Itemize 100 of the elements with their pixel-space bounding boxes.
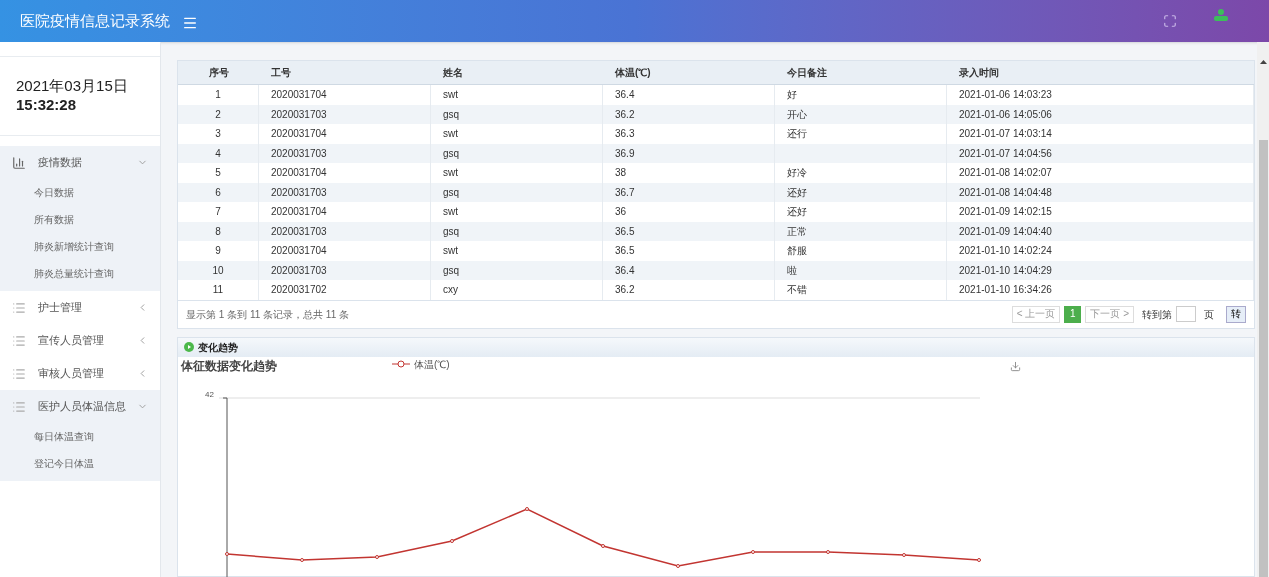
table-cell-text: 6 — [215, 185, 221, 200]
table-cell-text: 2020031703 — [271, 185, 327, 200]
table-cell-text: 3 — [215, 127, 221, 142]
table-cell-text: 开心 — [787, 107, 807, 122]
sidebar-item[interactable]: 宣传人员管理 — [0, 324, 160, 357]
table-cell-text: 36.7 — [615, 185, 635, 200]
table-cell-text: 36.4 — [615, 88, 635, 103]
table-cell-text: 2021-01-08 14:04:48 — [959, 185, 1052, 200]
table-cell-text: swt — [443, 244, 458, 259]
table-cell-text: 5 — [215, 166, 221, 181]
table-cell-text: 36.3 — [615, 127, 635, 142]
clock-date: 2021年03月15日 — [16, 77, 129, 96]
sidebar-subitem[interactable]: 肺炎总量统计查询 — [0, 260, 160, 287]
clock-time: 15:32:28 — [16, 96, 78, 115]
table-cell-text: 2020031703 — [271, 107, 327, 122]
play-circle-icon — [184, 342, 194, 352]
table-cell-text: swt — [443, 127, 458, 142]
goto-label: 转到第 — [1142, 307, 1172, 322]
table-cell-text: swt — [443, 166, 458, 181]
panel-title: 变化趋势 — [198, 340, 238, 355]
table-cell-text: 啦 — [787, 263, 797, 278]
column-header[interactable]: 体温(℃) — [603, 65, 775, 80]
table-cell-text: 2020031703 — [271, 146, 327, 161]
column-header[interactable]: 序号 — [178, 65, 259, 80]
sidebar-subitem[interactable]: 每日体温查询 — [0, 423, 160, 450]
table-cell-text: 舒服 — [787, 244, 807, 259]
table-cell-text: 36.2 — [615, 283, 635, 298]
table-cell-text: gsq — [443, 263, 460, 278]
column-header[interactable]: 今日备注 — [775, 65, 947, 80]
scroll-up-icon[interactable] — [1259, 60, 1267, 64]
go-button[interactable]: 转 — [1226, 305, 1246, 323]
table-cell-text: swt — [443, 205, 458, 220]
table-cell-text: 好 — [787, 88, 797, 103]
sidebar-subitem[interactable]: 今日数据 — [0, 179, 160, 206]
table-cell-text: 1 — [215, 88, 221, 103]
sidebar-subitem[interactable]: 所有数据 — [0, 206, 160, 233]
table-cell-text: 2021-01-09 14:02:15 — [959, 205, 1052, 220]
table-cell-text: gsq — [443, 185, 460, 200]
sidebar-item[interactable]: 护士管理 — [0, 291, 160, 324]
download-icon[interactable] — [1009, 360, 1021, 372]
table-cell-text: 2020031702 — [271, 283, 327, 298]
list-icon — [12, 399, 26, 414]
bar-chart-icon — [12, 155, 26, 170]
table-cell-text: gsq — [443, 224, 460, 239]
list-icon — [12, 333, 26, 348]
table-cell-text: 2020031704 — [271, 88, 327, 103]
page-unit: 页 — [1204, 307, 1214, 322]
sidebar-subitem[interactable]: 肺炎新增统计查询 — [0, 233, 160, 260]
table-cell-text: 36.9 — [615, 146, 635, 161]
table-cell-text: 11 — [212, 283, 224, 298]
table-cell-text: 2020031703 — [271, 263, 327, 278]
scrollbar-thumb[interactable] — [1258, 140, 1268, 577]
table-cell-text: 2021-01-08 14:02:07 — [959, 166, 1052, 181]
table-cell-text: 36.4 — [615, 263, 635, 278]
table-cell-text: 2020031704 — [271, 166, 327, 181]
table-cell-text: swt — [443, 88, 458, 103]
table-cell-text: 8 — [215, 224, 221, 239]
table-cell-text: 2021-01-06 14:05:06 — [959, 107, 1052, 122]
column-header[interactable]: 姓名 — [431, 65, 603, 80]
table-cell-text: 2021-01-10 16:34:26 — [959, 283, 1052, 298]
table-cell-text: 2021-01-10 14:02:24 — [959, 244, 1052, 259]
legend-line-icon — [392, 360, 410, 368]
table-cell-text: 10 — [212, 263, 224, 278]
sidebar-item[interactable]: 疫情数据 — [0, 146, 160, 179]
table-cell-text: 2 — [215, 107, 221, 122]
sidebar-item[interactable]: 医护人员体温信息 — [0, 390, 160, 423]
table-cell-text: 2020031704 — [271, 244, 327, 259]
table-cell-text: gsq — [443, 107, 460, 122]
table-cell-text: 不错 — [787, 283, 807, 298]
menu-icon[interactable] — [182, 15, 198, 31]
table-cell-text: 正常 — [787, 224, 807, 239]
scrollbar[interactable] — [1257, 42, 1269, 577]
table-cell-text: 36.5 — [615, 244, 635, 259]
table-cell-text: 2021-01-07 14:04:56 — [959, 146, 1052, 161]
fullscreen-icon[interactable] — [1163, 14, 1177, 28]
table-cell-text: 2021-01-09 14:04:40 — [959, 224, 1052, 239]
table-cell-text: 36.5 — [615, 224, 635, 239]
column-header[interactable]: 录入时间 — [947, 65, 1254, 80]
table-cell-text: 还好 — [787, 185, 807, 200]
sidebar-subitem[interactable]: 登记今日体温 — [0, 450, 160, 477]
table-cell-text: 2020031704 — [271, 205, 327, 220]
page-input[interactable] — [1176, 306, 1196, 322]
axis-tick-label: 42 — [205, 388, 214, 401]
legend-label: 体温(℃) — [414, 357, 450, 372]
table-cell-text: gsq — [443, 146, 460, 161]
table-cell-text: 还行 — [787, 127, 807, 142]
table-cell-text: 38 — [615, 166, 627, 181]
table-cell-text: 2020031704 — [271, 127, 327, 142]
table-cell-text: 还好 — [787, 205, 807, 220]
list-icon — [12, 300, 26, 315]
table-cell-text: 2021-01-07 14:03:14 — [959, 127, 1052, 142]
table-cell-text: cxy — [443, 283, 458, 298]
user-avatar-icon[interactable] — [1213, 8, 1229, 22]
app-title: 医院疫情信息记录系统 — [20, 10, 170, 31]
record-summary: 显示第 1 条到 11 条记录，总共 11 条 — [186, 307, 349, 322]
table-cell-text: 9 — [215, 244, 221, 259]
table-cell-text: 2021-01-10 14:04:29 — [959, 263, 1052, 278]
sidebar-item[interactable]: 审核人员管理 — [0, 357, 160, 390]
table-cell-text: 好冷 — [787, 166, 807, 181]
column-header[interactable]: 工号 — [259, 65, 431, 80]
